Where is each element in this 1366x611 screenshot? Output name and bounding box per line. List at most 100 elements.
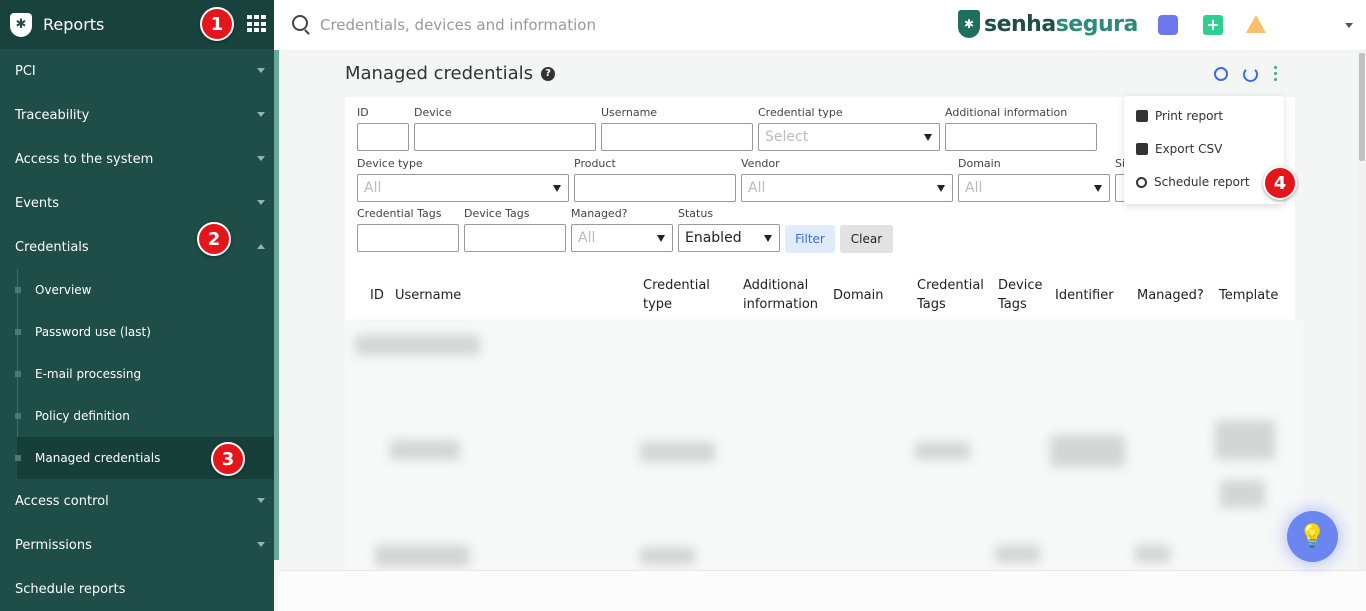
file-icon <box>1136 143 1148 155</box>
bullet-icon <box>15 329 21 335</box>
annotation-badge-2: 2 <box>197 222 231 256</box>
sidebar-item-credentials[interactable]: Credentials <box>0 225 274 269</box>
blurred-row <box>995 545 1040 563</box>
chevron-down-icon <box>257 200 265 205</box>
bullet-icon <box>15 413 21 419</box>
sidebar-item-label: Permissions <box>15 537 92 553</box>
export-csv-item[interactable]: Export CSV <box>1136 142 1222 156</box>
username-field[interactable] <box>601 123 753 151</box>
column-header-device-tags[interactable]: Device Tags <box>998 276 1048 314</box>
topbar: ✱ senhasegura + <box>274 0 1366 50</box>
brand-name-part2: segura <box>1055 11 1139 37</box>
sidebar-item-traceability[interactable]: Traceability <box>0 93 274 137</box>
sidebar: ✱ Reports PCI Traceability Access to the… <box>0 0 274 611</box>
blurred-row <box>640 547 695 565</box>
print-report-item[interactable]: Print report <box>1136 109 1223 123</box>
report-actions-menu: Print report Export CSV Schedule report <box>1124 96 1284 204</box>
sidebar-item-label: Access to the system <box>15 151 154 167</box>
sidebar-item-label: Access control <box>15 493 109 509</box>
id-field[interactable] <box>357 123 409 151</box>
sidebar-subitem-overview[interactable]: Overview <box>0 269 274 311</box>
user-menu-caret-icon[interactable] <box>1345 23 1353 28</box>
search-report-icon[interactable] <box>1214 67 1228 81</box>
clear-button[interactable]: Clear <box>840 225 893 253</box>
lightbulb-help-icon[interactable]: 💡 <box>1287 511 1338 562</box>
global-search-input[interactable] <box>320 12 880 38</box>
blurred-row <box>1135 545 1170 563</box>
sidebar-subitem-email-processing[interactable]: E-mail processing <box>0 353 274 395</box>
domain-select[interactable]: All <box>958 174 1110 202</box>
credential-tags-label: Credential Tags <box>357 207 442 220</box>
blurred-row <box>1050 435 1125 467</box>
blurred-row <box>390 440 460 460</box>
home-icon[interactable] <box>1158 15 1178 35</box>
sidebar-scrollbar[interactable] <box>274 50 279 560</box>
product-field[interactable] <box>574 174 736 202</box>
device-type-select[interactable]: All <box>357 174 569 202</box>
device-tags-field[interactable] <box>464 224 566 252</box>
blurred-row <box>1220 480 1265 508</box>
app-logo-icon: ✱ <box>10 12 32 37</box>
dropdown-arrow-icon <box>924 134 932 141</box>
warning-icon[interactable] <box>1246 15 1266 33</box>
chevron-down-icon <box>257 112 265 117</box>
device-label: Device <box>414 106 452 119</box>
sidebar-subitem-policy-definition[interactable]: Policy definition <box>0 395 274 437</box>
credential-type-label: Credential type <box>758 106 843 119</box>
sidebar-item-pci[interactable]: PCI <box>0 49 274 93</box>
device-field[interactable] <box>414 123 596 151</box>
filter-button[interactable]: Filter <box>785 225 835 253</box>
sidebar-subitem-label: Managed credentials <box>35 451 161 465</box>
device-type-label: Device type <box>357 157 423 170</box>
blurred-row <box>1215 420 1275 460</box>
column-header-identifier[interactable]: Identifier <box>1055 286 1114 305</box>
more-options-icon[interactable] <box>1274 66 1277 81</box>
vendor-value: All <box>748 180 766 196</box>
sidebar-subitem-label: E-mail processing <box>35 367 142 381</box>
help-icon[interactable]: ? <box>541 66 555 81</box>
chevron-down-icon <box>257 498 265 503</box>
column-header-credential-type[interactable]: Credential type <box>643 276 723 314</box>
column-header-template[interactable]: Template <box>1219 286 1278 305</box>
menu-item-label: Schedule report <box>1154 175 1250 189</box>
page-title-text: Managed credentials <box>345 63 533 84</box>
product-label: Product <box>574 157 616 170</box>
page-title: Managed credentials ? <box>345 63 555 84</box>
clock-icon <box>1136 176 1147 188</box>
credential-type-select[interactable]: Select <box>758 123 940 151</box>
credential-tags-field[interactable] <box>357 224 459 252</box>
chevron-up-icon <box>257 244 265 249</box>
additional-info-label: Additional information <box>945 106 1068 119</box>
sidebar-item-access-to-system[interactable]: Access to the system <box>0 137 274 181</box>
column-header-additional-info[interactable]: Additional information <box>743 276 827 314</box>
annotation-badge-3: 3 <box>211 442 245 476</box>
bullet-icon <box>15 455 21 461</box>
brand-logo: ✱ senhasegura <box>958 10 1138 38</box>
column-header-credential-tags[interactable]: Credential Tags <box>917 276 989 314</box>
status-select[interactable]: Enabled <box>678 224 780 252</box>
blurred-row <box>355 335 480 355</box>
vendor-select[interactable]: All <box>741 174 953 202</box>
id-label: ID <box>357 106 369 119</box>
schedule-report-item[interactable]: Schedule report <box>1136 175 1250 189</box>
column-header-username[interactable]: Username <box>395 286 461 305</box>
sidebar-item-access-control[interactable]: Access control <box>0 479 274 523</box>
dropdown-arrow-icon <box>657 235 665 242</box>
column-header-id[interactable]: ID <box>370 286 384 305</box>
column-header-domain[interactable]: Domain <box>833 286 883 305</box>
refresh-icon[interactable] <box>1243 67 1258 82</box>
printer-icon <box>1136 110 1148 122</box>
sidebar-subitem-password-use[interactable]: Password use (last) <box>0 311 274 353</box>
sidebar-item-events[interactable]: Events <box>0 181 274 225</box>
add-icon[interactable]: + <box>1203 15 1223 35</box>
apps-grid-icon[interactable] <box>247 15 267 33</box>
scrollbar-thumb[interactable] <box>1359 53 1365 161</box>
sidebar-item-permissions[interactable]: Permissions <box>0 523 274 567</box>
additional-info-field[interactable] <box>945 123 1097 151</box>
column-header-managed[interactable]: Managed? <box>1137 286 1204 305</box>
main-scrollbar[interactable] <box>1358 50 1366 570</box>
sidebar-item-schedule-reports[interactable]: Schedule reports <box>0 567 274 611</box>
dropdown-arrow-icon <box>553 185 561 192</box>
device-type-value: All <box>364 180 382 196</box>
managed-select[interactable]: All <box>571 224 673 252</box>
